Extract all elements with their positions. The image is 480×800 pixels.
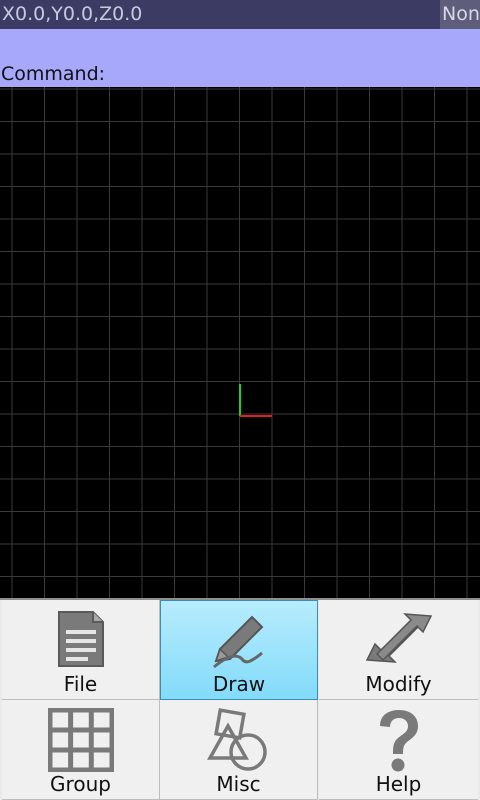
drawing-canvas[interactable] — [0, 87, 480, 598]
shapes-icon — [204, 708, 274, 776]
menu-modify-label: Modify — [365, 672, 432, 696]
canvas-grid — [0, 87, 480, 598]
menu-group-label: Group — [50, 772, 111, 796]
menu-modify-button[interactable]: Modify — [319, 600, 478, 700]
menu-misc-label: Misc — [216, 772, 261, 796]
menu-draw-label: Draw — [212, 672, 266, 696]
menu-help-button[interactable]: Help — [319, 700, 478, 800]
menu-help-label: Help — [375, 772, 422, 796]
command-menu: File Draw Modify Group Misc Help — [0, 598, 480, 800]
coordinate-readout: X0.0,Y0.0,Z0.0 — [2, 3, 143, 25]
menu-misc-button[interactable]: Misc — [160, 700, 318, 800]
grid-lines — [0, 87, 480, 598]
snap-mode-indicator[interactable]: Non — [440, 0, 480, 29]
document-icon — [53, 608, 109, 674]
menu-file-button[interactable]: File — [2, 600, 160, 700]
menu-group-button[interactable]: Group — [2, 700, 160, 800]
menu-draw-button[interactable]: Draw — [160, 600, 318, 700]
status-bar: X0.0,Y0.0,Z0.0 Non — [0, 0, 480, 29]
menu-file-label: File — [63, 672, 98, 696]
command-area[interactable]: Command: — [0, 29, 480, 87]
question-mark-icon — [374, 708, 424, 778]
arrows-icon — [361, 608, 437, 672]
pencil-icon — [206, 609, 272, 677]
grid-icon — [47, 707, 114, 776]
command-label: Command: — [1, 63, 106, 85]
